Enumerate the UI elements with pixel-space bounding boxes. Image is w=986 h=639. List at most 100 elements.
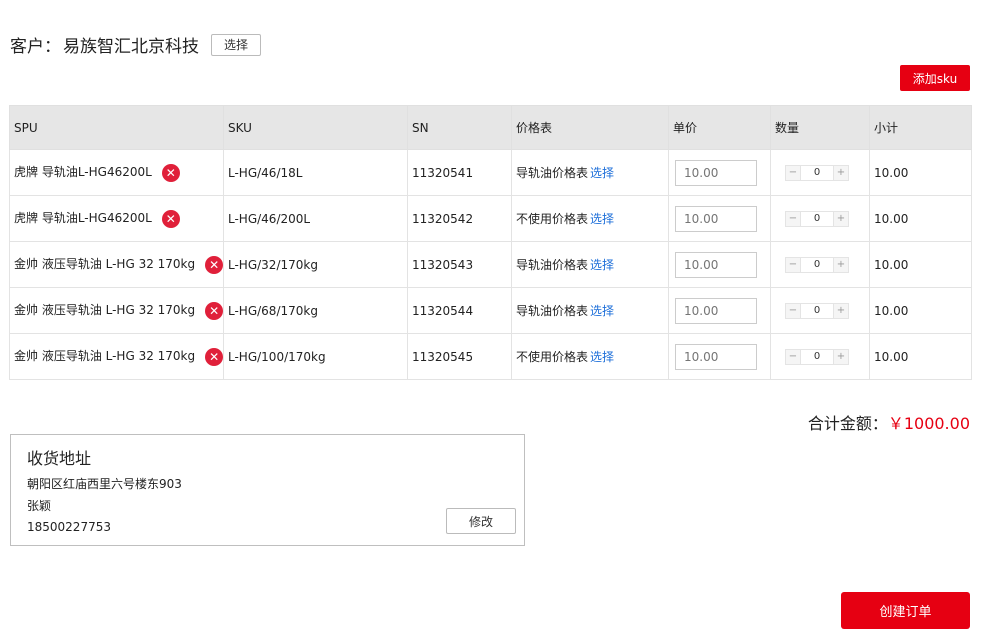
cell-sn: 11320544 [407,287,512,334]
table-header-row: SPU SKU SN 价格表 单价 数量 小计 [9,105,972,150]
quantity-value[interactable]: 0 [800,166,834,180]
cell-sku: L-HG/46/200L [223,195,408,242]
minus-icon[interactable]: − [786,350,800,364]
cell-sku: L-HG/68/170kg [223,287,408,334]
cell-sku: L-HG/100/170kg [223,333,408,380]
cell-unit-price [668,333,771,380]
cell-quantity: −0 + [770,149,870,196]
total-amount: 合计金额：￥1000.00 [808,410,970,434]
select-price-table-link[interactable]: 选择 [590,304,614,318]
address-recipient-name: 张颖 [27,499,52,513]
remove-row-icon[interactable]: ✕ [205,347,223,366]
cell-sn: 11320543 [407,241,512,288]
cell-subtotal: 10.00 [869,241,972,288]
select-customer-button[interactable]: 选择 [211,33,262,56]
price-table-name: 导轨油价格表 [516,166,589,180]
unit-price-input[interactable] [675,251,757,278]
cell-quantity: −0 + [770,241,870,288]
quantity-value[interactable]: 0 [800,350,834,364]
select-price-table-link[interactable]: 选择 [590,258,614,272]
table-row: 金帅 液压导轨油 L-HG 32 170kg ✕ L-HG/32/170kg 1132… [9,241,972,288]
table-row: 虎牌 导轨油L-HG46200L ✕ L-HG/46/18L 11320541 导轨油价… [9,149,972,196]
remove-row-icon[interactable]: ✕ [161,209,180,228]
cell-price-table: 不使用价格表 选择 [511,333,669,380]
customer-row: 客户： 易族智汇北京科技 选择 [10,32,262,57]
minus-icon[interactable]: − [786,304,800,318]
spu-name: 金帅 液压导轨油 L-HG 32 170kg [14,349,196,364]
cell-spu: 金帅 液压导轨油 L-HG 32 170kg ✕ [9,241,224,288]
quantity-stepper: −0 + [785,257,849,273]
shipping-address-card: 收货地址 朝阳区红庙西里六号楼东903 张颖 18500227753 修改 [10,434,525,546]
column-header-quantity: 数量 [770,105,870,150]
cell-quantity: −0 + [770,287,870,334]
cell-unit-price [668,241,771,288]
total-label: 合计金额： [807,414,888,433]
quantity-value[interactable]: 0 [800,212,834,226]
cell-sku: L-HG/46/18L [223,149,408,196]
spu-name: 金帅 液压导轨油 L-HG 32 170kg [14,303,196,318]
cell-price-table: 不使用价格表 选择 [511,195,669,242]
quantity-stepper: −0 + [785,349,849,365]
cell-unit-price [668,149,771,196]
quantity-value[interactable]: 0 [800,258,834,272]
unit-price-input[interactable] [675,297,757,324]
column-header-subtotal: 小计 [869,105,972,150]
edit-address-button[interactable]: 修改 [446,508,516,534]
column-header-spu: SPU [9,105,224,150]
plus-icon[interactable]: + [834,258,848,272]
customer-label: 客户： [10,37,61,57]
cell-sn: 11320545 [407,333,512,380]
address-phone: 18500227753 [27,520,111,534]
table-row: 金帅 液压导轨油 L-HG 32 170kg ✕ L-HG/100/170kg 113… [9,333,972,380]
quantity-stepper: −0 + [785,303,849,319]
cell-quantity: −0 + [770,195,870,242]
minus-icon[interactable]: − [786,212,800,226]
unit-price-input[interactable] [675,343,757,370]
quantity-value[interactable]: 0 [800,304,834,318]
unit-price-input[interactable] [675,159,757,186]
column-header-price-table: 价格表 [511,105,669,150]
column-header-sku: SKU [223,105,408,150]
cell-spu: 金帅 液压导轨油 L-HG 32 170kg ✕ [9,333,224,380]
total-value: ￥1000.00 [887,414,970,433]
price-table-name: 导轨油价格表 [516,304,589,318]
price-table-name: 不使用价格表 [516,212,589,226]
cell-unit-price [668,195,771,242]
remove-row-icon[interactable]: ✕ [205,255,223,274]
cell-spu: 金帅 液压导轨油 L-HG 32 170kg ✕ [9,287,224,334]
address-title: 收货地址 [27,449,92,468]
plus-icon[interactable]: + [834,304,848,318]
column-header-unit-price: 单价 [668,105,771,150]
plus-icon[interactable]: + [834,350,848,364]
spu-name: 虎牌 导轨油L-HG46200L [14,211,152,226]
cell-spu: 虎牌 导轨油L-HG46200L ✕ [9,195,224,242]
cell-unit-price [668,287,771,334]
column-header-sn: SN [407,105,512,150]
plus-icon[interactable]: + [834,166,848,180]
cell-price-table: 导轨油价格表 选择 [511,241,669,288]
quantity-stepper: −0 + [785,165,849,181]
cell-sn: 11320541 [407,149,512,196]
spu-name: 虎牌 导轨油L-HG46200L [14,165,152,180]
minus-icon[interactable]: − [786,166,800,180]
create-order-button[interactable]: 创建订单 [841,592,970,629]
cell-quantity: −0 + [770,333,870,380]
quantity-stepper: −0 + [785,211,849,227]
remove-row-icon[interactable]: ✕ [161,163,180,182]
minus-icon[interactable]: − [786,258,800,272]
select-price-table-link[interactable]: 选择 [590,350,614,364]
table-row: 虎牌 导轨油L-HG46200L ✕ L-HG/46/200L 11320542 不使用… [9,195,972,242]
unit-price-input[interactable] [675,205,757,232]
add-sku-button[interactable]: 添加sku [900,65,970,91]
plus-icon[interactable]: + [834,212,848,226]
remove-row-icon[interactable]: ✕ [205,301,223,320]
select-price-table-link[interactable]: 选择 [590,166,614,180]
price-table-name: 导轨油价格表 [516,258,589,272]
table-row: 金帅 液压导轨油 L-HG 32 170kg ✕ L-HG/68/170kg 1132… [9,287,972,334]
price-table-name: 不使用价格表 [516,350,589,364]
customer-name: 易族智汇北京科技 [63,37,199,57]
cell-sn: 11320542 [407,195,512,242]
cell-subtotal: 10.00 [869,149,972,196]
select-price-table-link[interactable]: 选择 [590,212,614,226]
address-street: 朝阳区红庙西里六号楼东903 [27,477,182,491]
